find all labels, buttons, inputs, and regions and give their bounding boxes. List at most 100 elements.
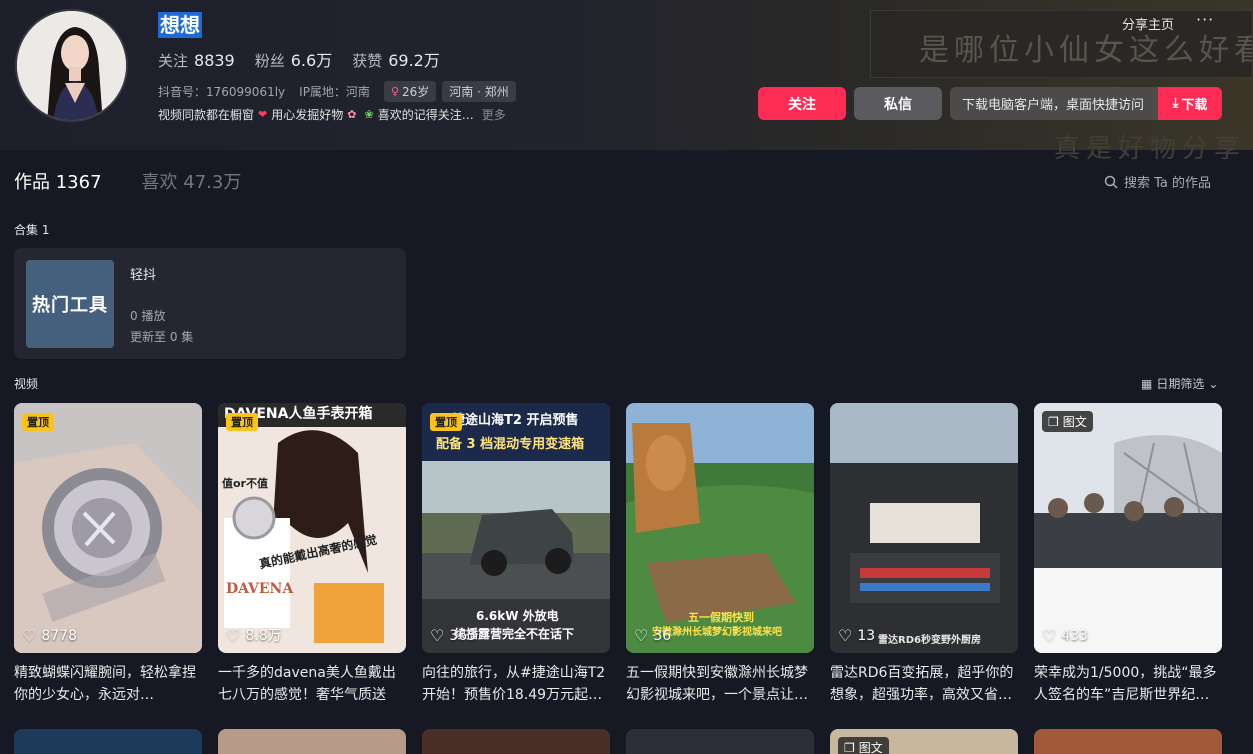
like-count-value: 8778 (41, 627, 77, 644)
download-button[interactable]: ⤓ 下载 (1158, 87, 1222, 120)
stat-label: 获赞 (352, 52, 383, 70)
heart-icon: ♡ (634, 626, 649, 645)
video-thumbnail[interactable]: 捷途山海T2 开启预售 配备 3 档混动专用变速箱 6.6kW 外放电 续播露营… (422, 403, 610, 653)
avatar[interactable] (15, 9, 128, 122)
video-thumbnail[interactable]: ❐ 图文 (830, 729, 1018, 754)
banner-text-secondary: 真是好物分享 (1054, 134, 1247, 164)
video-card[interactable]: 捷途山海T2 开启预售 配备 3 档混动专用变速箱 6.6kW 外放电 续播露营… (422, 403, 610, 706)
video-thumbnail[interactable] (14, 729, 202, 754)
stat-label: 关注 (158, 52, 189, 70)
pinned-badge: 置顶 (226, 413, 258, 431)
video-caption[interactable]: 一千多的davena美人鱼戴出七八万的感觉！奢华气质送人… (218, 662, 406, 706)
profile-header: 是哪位小仙女这么好看 真是好物分享 想想 关注 8839 粉丝 6.6万 获赞 69.… (0, 0, 1253, 164)
image-post-badge: ❐ 图文 (838, 737, 889, 754)
stat-likes: 获赞 69.2万 (352, 47, 440, 71)
download-label: 下载 (1181, 98, 1208, 113)
heart-icon: ♡ (226, 625, 241, 645)
collection-title: 轻抖 (130, 268, 157, 283)
video-thumbnail[interactable] (1034, 729, 1222, 754)
stat-label: 粉丝 (254, 52, 285, 70)
profile-stats: 关注 8839 粉丝 6.6万 获赞 69.2万 (158, 47, 440, 71)
video-caption[interactable]: 荣幸成为1/5000，挑战“最多人签名的车”吉尼斯世界纪… (1034, 662, 1222, 706)
video-thumbnail[interactable]: DAVENA人鱼手表开箱 值or不值 真的能戴出高奢的感觉 DAVENA 置顶 … (218, 403, 406, 653)
image-post-icon: ❐ (1048, 414, 1059, 429)
bio-part: 用心发掘好物 (271, 108, 344, 122)
overlay-bottom-text: 6.6kW 外放电 (476, 609, 559, 623)
ip-location: IP属地：河南 (299, 85, 370, 99)
search-icon (1104, 175, 1118, 189)
collection-plays: 0 播放 (130, 309, 166, 323)
like-count-value: 13 (857, 627, 876, 644)
flower-emoji-icon: ❀ (364, 108, 374, 121)
collection-section-label: 合集 1 (14, 223, 50, 237)
video-thumbnail[interactable]: 置顶 ♡ 8778 (14, 403, 202, 653)
calendar-icon: ▦ (1141, 376, 1153, 391)
image-post-icon: ❐ (844, 740, 855, 754)
stat-following[interactable]: 关注 8839 (158, 50, 235, 71)
bio-part: 视频同款都在橱窗 (158, 108, 255, 122)
video-caption[interactable]: 雷达RD6百变拓展，超乎你的想象，超强功率，高效又省… (830, 662, 1018, 706)
overlay-subtitle: 配备 3 档混动专用变速箱 (436, 437, 585, 452)
video-card[interactable]: 五一假期快到 安徽滁州长城梦幻影视城来吧 ♡ 36 五一假期快到安徽滁州长城梦幻影… (626, 403, 814, 706)
like-count: ♡ 36 (634, 626, 671, 645)
tab-works[interactable]: 作品 1367 (14, 168, 102, 194)
profile-tabs: 作品 1367 喜欢 47.3万 (14, 168, 241, 194)
douyin-id: 抖音号：176099061ly (158, 85, 286, 99)
stat-value: 6.6万 (290, 51, 333, 70)
location-chip: 河南 · 郑州 (442, 81, 516, 102)
age-text: 26岁 (402, 85, 430, 99)
video-thumbnail[interactable]: ❐ 图文 ♡ 433 (1034, 403, 1222, 653)
video-thumbnail[interactable]: 五一假期快到 安徽滁州长城梦幻影视城来吧 ♡ 36 (626, 403, 814, 653)
video-card[interactable]: 置顶 ♡ 8778 精致蝴蝶闪耀腕间，轻松拿捏你的少女心，永远对… (14, 403, 202, 706)
image-post-badge: ❐ 图文 (1042, 411, 1093, 432)
like-count: ♡ 433 (1042, 626, 1088, 645)
like-count-value: 36 (653, 627, 672, 644)
video-card[interactable]: 雷达RD6秒变野外厨房 ♡ 13 雷达RD6百变拓展，超乎你的想象，超强功率，高效… (830, 403, 1018, 706)
message-button[interactable]: 私信 (854, 87, 942, 120)
stat-value: 69.2万 (388, 51, 440, 70)
videos-section-label: 视频 (14, 377, 39, 391)
overlay-side-text: 值or不值 (222, 477, 268, 490)
female-icon: ♀ (390, 85, 399, 98)
collection-cover: 热门工具 (26, 260, 114, 348)
date-filter[interactable]: ▦ 日期筛选 ⌄ (1141, 375, 1218, 392)
profile-bio: 视频同款都在橱窗 ❤ 用心发掘好物 ✿ ❀ 喜欢的记得关注… 更多 (158, 106, 506, 123)
share-profile-button[interactable]: 分享主页 (1122, 14, 1174, 33)
search-works[interactable]: 搜索 Ta 的作品 (1104, 172, 1211, 191)
video-thumbnail[interactable] (218, 729, 406, 754)
collection-updated: 更新至 0 集 (130, 330, 194, 344)
profile-name: 想想 (158, 12, 202, 38)
pinned-badge: 置顶 (22, 413, 54, 431)
like-count: ♡ 8778 (22, 626, 77, 645)
like-count: ♡ 8.8万 (226, 625, 282, 645)
image-post-label: 图文 (858, 741, 883, 754)
heart-icon: ♡ (838, 626, 853, 645)
like-count-value: 433 (1061, 627, 1089, 644)
stat-followers[interactable]: 粉丝 6.6万 (255, 47, 332, 71)
tab-likes[interactable]: 喜欢 47.3万 (142, 168, 242, 194)
collection-card[interactable]: 热门工具 轻抖 0 播放 更新至 0 集 (14, 248, 406, 359)
follow-button[interactable]: 关注 (758, 87, 846, 120)
video-thumbnail[interactable] (626, 729, 814, 754)
search-label: 搜索 Ta 的作品 (1124, 176, 1212, 191)
like-count: ♡ 13 (838, 626, 875, 645)
banner-text: 是哪位小仙女这么好看 (919, 33, 1253, 68)
video-caption[interactable]: 五一假期快到安徽滁州长城梦幻影视城来吧，一个景点让… (626, 662, 814, 706)
bio-more-link[interactable]: 更多 (482, 106, 506, 123)
stat-value: 8839 (194, 51, 235, 70)
video-thumbnail[interactable] (422, 729, 610, 754)
video-caption[interactable]: 精致蝴蝶闪耀腕间，轻松拿捏你的少女心，永远对… (14, 662, 202, 706)
video-card[interactable]: ❐ 图文 ♡ 433 荣幸成为1/5000，挑战“最多人签名的车”吉尼斯世界纪… (1034, 403, 1222, 706)
like-count-value: 8.8万 (245, 628, 282, 644)
heart-icon: ♡ (430, 626, 445, 645)
bio-part: 喜欢的记得关注… (377, 108, 474, 122)
more-options-icon[interactable]: ··· (1196, 10, 1214, 29)
like-count: ♡ 365 (430, 626, 476, 645)
video-caption[interactable]: 向往的旅行，从#捷途山海T2开始！预售价18.49万元起… (422, 662, 610, 706)
like-count-value: 365 (449, 627, 477, 644)
video-card[interactable]: DAVENA人鱼手表开箱 值or不值 真的能戴出高奢的感觉 DAVENA 置顶 … (218, 403, 406, 706)
download-icon: ⤓ (1172, 96, 1179, 111)
download-client-text[interactable]: 下载电脑客户端，桌面快捷访问 (950, 87, 1158, 120)
brand-text: DAVENA (226, 581, 294, 597)
video-thumbnail[interactable]: 雷达RD6秒变野外厨房 ♡ 13 (830, 403, 1018, 653)
